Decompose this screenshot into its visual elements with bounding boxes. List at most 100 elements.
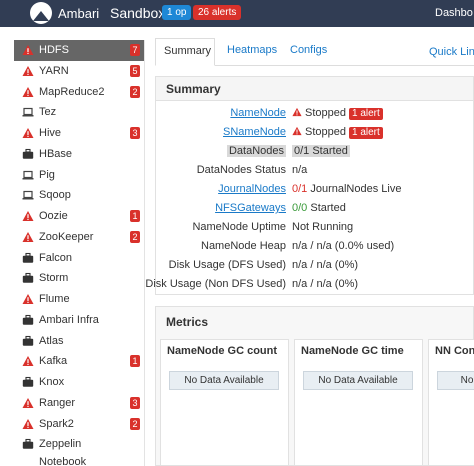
warning-icon — [22, 356, 34, 367]
warning-icon — [22, 45, 34, 55]
disk-nondfs-label: Disk Usage (Non DFS Used) — [145, 278, 286, 290]
sidebar-item-label: Ranger — [39, 396, 76, 409]
snamenode-status: Stopped 1 alert — [292, 126, 383, 139]
sidebar-item-tez[interactable]: Tez — [14, 102, 144, 123]
sidebar-item-label: Oozie — [39, 210, 68, 222]
sidebar-item-hive[interactable]: Hive 3 — [14, 123, 144, 144]
sidebar-item-knox[interactable]: Knox — [14, 372, 144, 393]
sidebar-item-zeppelin[interactable]: Zeppelin — [14, 434, 144, 455]
nav-dashboard-link[interactable]: Dashbo — [435, 7, 473, 19]
sidebar-item-hbase[interactable]: HBase — [14, 144, 144, 165]
summary-row-disk-nondfs: Disk Usage (Non DFS Used) n/a / n/a (0%) — [145, 276, 474, 294]
disk-dfs-label: Disk Usage (DFS Used) — [168, 259, 286, 271]
sidebar-item-sqoop[interactable]: Sqoop — [14, 185, 144, 206]
metric-card-gc-count: NameNode GC count No Data Available — [160, 339, 289, 466]
sidebar-item-label: Zeppelin — [39, 438, 82, 451]
sidebar-item-flume[interactable]: Flume — [14, 289, 144, 310]
namenode-link[interactable]: NameNode — [230, 107, 286, 119]
sidebar-item-zookeeper[interactable]: ZooKeeper 2 — [14, 227, 144, 248]
warning-icon — [292, 107, 302, 117]
alert-count-badge: 3 — [130, 396, 140, 409]
sidebar-item-label: Knox — [39, 376, 65, 388]
services-sidebar: HDFS 7 YARN 5 MapReduce2 2 Tez Hive 3 HB… — [14, 40, 145, 466]
namenode-status-text: Stopped — [305, 107, 346, 119]
briefcase-icon — [22, 148, 34, 159]
nfsgateways-value: 0/0 Started — [292, 202, 346, 214]
metric-card-title: NameNode GC time — [301, 345, 404, 357]
sidebar-item-label: ZooKeeper — [39, 230, 94, 243]
sidebar-item-label: HBase — [39, 147, 73, 160]
no-data-message: No Data Available — [169, 371, 279, 390]
briefcase-icon — [22, 335, 34, 346]
cluster-name[interactable]: Sandbox — [110, 5, 165, 21]
warning-icon — [292, 126, 302, 136]
summary-row-journalnodes: JournalNodes 0/1 JournalNodes Live — [156, 181, 474, 199]
tab-heatmaps[interactable]: Heatmaps — [219, 38, 285, 66]
service-tabs: Summary Heatmaps Configs — [155, 38, 474, 66]
laptop-icon — [22, 108, 34, 117]
metrics-heading: Metrics — [156, 307, 473, 337]
alerts-badge[interactable]: 26 alerts — [193, 5, 242, 20]
sidebar-item-storm[interactable]: Storm — [14, 268, 144, 289]
namenode-status: Stopped 1 alert — [292, 107, 383, 120]
sidebar-item-ranger[interactable]: Ranger 3 — [14, 393, 144, 414]
sidebar-item-label: Kafka — [39, 355, 68, 368]
sidebar-item-kafka[interactable]: Kafka 1 — [14, 351, 144, 372]
sidebar-item-atlas[interactable]: Atlas — [14, 331, 144, 352]
sidebar-item-ambari-infra[interactable]: Ambari Infra — [14, 310, 144, 331]
disk-dfs-value: n/a / n/a (0%) — [292, 259, 359, 271]
no-data-message: No — [437, 371, 474, 390]
snamenode-alert-badge[interactable]: 1 alert — [348, 127, 383, 139]
metric-card-nn-connections: NN Conne No — [428, 339, 474, 466]
laptop-icon — [22, 191, 34, 200]
sidebar-item-label-continued: Notebook — [39, 456, 87, 466]
sidebar-item-pig[interactable]: Pig — [14, 165, 144, 186]
laptop-icon — [22, 170, 34, 179]
sidebar-item-label: Falcon — [39, 251, 73, 264]
tab-summary[interactable]: Summary — [155, 38, 215, 66]
sidebar-item-label: Tez — [39, 106, 57, 119]
sidebar-item-yarn[interactable]: YARN 5 — [14, 61, 144, 82]
ops-badge[interactable]: 1 op — [162, 5, 192, 20]
nfsgateways-link[interactable]: NFSGateways — [215, 202, 286, 214]
briefcase-icon — [22, 314, 34, 325]
snamenode-link[interactable]: SNameNode — [223, 126, 286, 138]
no-data-message: No Data Available — [303, 371, 413, 390]
sidebar-item-label: Spark2 — [39, 417, 74, 430]
alert-count-badge: 7 — [130, 44, 140, 56]
sidebar-item-falcon[interactable]: Falcon — [14, 248, 144, 269]
alert-count-badge: 3 — [130, 127, 140, 139]
sidebar-item-label: Ambari Infra — [39, 313, 99, 326]
warning-icon — [22, 128, 34, 138]
tab-configs[interactable]: Configs — [282, 38, 335, 66]
journalnodes-link[interactable]: JournalNodes — [218, 183, 286, 195]
top-navbar: Ambari Sandbox 1 op 26 alerts Dashbo — [0, 0, 474, 27]
sidebar-item-oozie[interactable]: Oozie 1 — [14, 206, 144, 227]
warning-icon — [22, 86, 34, 97]
namenode-heap-label: NameNode Heap — [201, 240, 286, 252]
metric-card-title: NameNode GC count — [167, 345, 278, 357]
briefcase-icon — [22, 273, 34, 284]
namenode-heap-value: n/a / n/a (0.0% used) — [292, 240, 395, 252]
sidebar-item-spark2[interactable]: Spark2 2 — [14, 414, 144, 435]
sidebar-item-label: YARN — [39, 64, 69, 77]
namenode-uptime-label: NameNode Uptime — [192, 221, 286, 233]
ambari-logo-icon[interactable] — [30, 2, 52, 24]
journalnodes-text: JournalNodes Live — [307, 183, 402, 195]
metric-card-title: NN Conne — [435, 345, 474, 357]
datanodes-value: 0/1 Started — [292, 145, 350, 157]
namenode-alert-badge[interactable]: 1 alert — [348, 108, 383, 120]
nfsgateways-text: Started — [307, 202, 346, 214]
quick-links-button[interactable]: Quick Link — [429, 46, 474, 58]
summary-row-namenode-uptime: NameNode Uptime Not Running — [156, 219, 474, 237]
summary-row-datanodes: DataNodes 0/1 Started — [156, 143, 474, 161]
summary-row-snamenode: SNameNode Stopped 1 alert — [156, 124, 474, 142]
sidebar-item-hdfs[interactable]: HDFS 7 — [14, 40, 144, 61]
snamenode-status-text: Stopped — [305, 126, 346, 138]
summary-row-nfsgateways: NFSGateways 0/0 Started — [156, 200, 474, 218]
sidebar-item-mapreduce2[interactable]: MapReduce2 2 — [14, 82, 144, 103]
datanodes-status-label: DataNodes Status — [196, 164, 286, 176]
datanodes-label[interactable]: DataNodes — [226, 145, 286, 157]
sidebar-item-label: Flume — [39, 293, 70, 305]
sidebar-item-label: Sqoop — [39, 189, 71, 202]
